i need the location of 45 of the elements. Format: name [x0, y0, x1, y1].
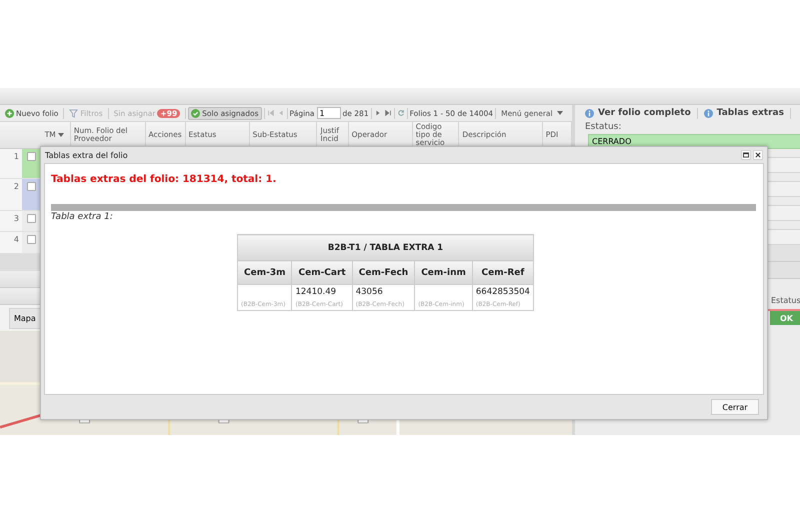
- dialog-title: Tablas extra del folio: [45, 150, 129, 160]
- next-page-icon[interactable]: [374, 109, 382, 117]
- row-checkbox[interactable]: [26, 214, 36, 223]
- detail-field[interactable]: [765, 181, 800, 197]
- cell-value: 43056: [356, 287, 384, 299]
- caret-icon: [58, 133, 64, 137]
- previous-page-icon[interactable]: [276, 109, 285, 117]
- row-number: 1: [12, 151, 20, 163]
- table-title: B2B-T1 / TABLA EXTRA 1: [238, 234, 534, 260]
- row-number: 4: [12, 234, 20, 246]
- detail-field[interactable]: [765, 229, 800, 245]
- row-checkbox[interactable]: [26, 152, 36, 161]
- column-header: Cem-Ref: [472, 260, 534, 284]
- cell-value: 6642853504: [476, 287, 530, 299]
- cell-value: 12410.49: [295, 287, 338, 299]
- row-checkbox[interactable]: [26, 235, 36, 244]
- table-caption: Tabla extra 1:: [51, 212, 114, 222]
- map-tab[interactable]: Mapa: [9, 308, 41, 328]
- row-checkbox[interactable]: [26, 182, 36, 191]
- add-icon: [5, 108, 14, 118]
- detail-field[interactable]: [765, 157, 800, 173]
- last-page-icon[interactable]: [384, 109, 392, 117]
- info-icon: [585, 108, 594, 118]
- column-header: Cem-3m: [238, 260, 292, 284]
- check-icon: [191, 108, 200, 118]
- row-number: 3: [12, 213, 20, 225]
- refresh-icon[interactable]: [396, 109, 405, 117]
- row-number: 2: [12, 181, 20, 193]
- column-header[interactable]: Estatus: [771, 296, 800, 305]
- detail-action-button[interactable]: Ver folio completo: [585, 108, 691, 118]
- page-field[interactable]: 1: [316, 107, 341, 119]
- status-label: Estatus:: [585, 122, 622, 132]
- detail-field[interactable]: [765, 205, 800, 221]
- column-header: Cem-Cart: [292, 260, 352, 284]
- caret-icon: [556, 111, 563, 115]
- maximize-icon[interactable]: [741, 150, 751, 160]
- column-header: Cem-Fech: [352, 260, 415, 284]
- close-button[interactable]: Cerrar: [711, 399, 759, 415]
- dialog-heading: Tablas extras del folio: 181314, total: 1.: [51, 174, 278, 185]
- close-icon[interactable]: [753, 150, 763, 160]
- first-page-icon[interactable]: [266, 109, 275, 117]
- info-icon: [704, 108, 713, 118]
- column-header: Cem-inm: [414, 260, 472, 284]
- filter-icon: [69, 108, 78, 118]
- detail-action-button[interactable]: Tablas extras: [704, 108, 784, 118]
